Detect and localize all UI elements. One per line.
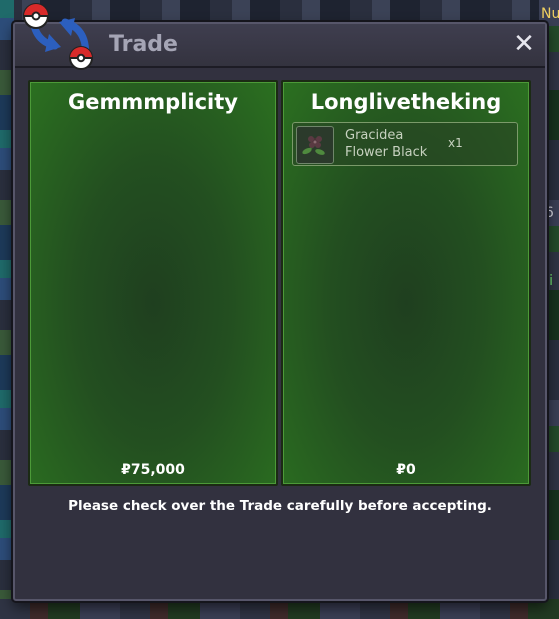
trade-window: Trade ✕ Gemmmplicity ₽75,000 Longlivethe… (13, 22, 547, 601)
item-quantity: x1 (448, 136, 463, 150)
trade-instruction-message: Please check over the Trade carefully be… (68, 498, 492, 514)
window-title: Trade (109, 32, 178, 57)
game-background-left (0, 0, 14, 619)
player-name-right: Longlivetheking (310, 90, 502, 114)
trade-panel-right: Longlivetheking Gracidea Flower Black x1… (281, 80, 531, 486)
trade-logo-icon (23, 3, 93, 70)
money-offer-right: ₽0 (396, 462, 416, 478)
game-background-bottom (0, 599, 559, 619)
gracidea-flower-icon (296, 126, 334, 164)
trade-panel-left: Gemmmplicity ₽75,000 (28, 80, 278, 486)
background-text-nu: Nu (541, 6, 559, 22)
close-button[interactable]: ✕ (511, 30, 537, 58)
item-name: Gracidea Flower Black (345, 128, 428, 160)
player-name-left: Gemmmplicity (68, 90, 238, 114)
money-offer-left: ₽75,000 (121, 462, 185, 478)
trade-item-slot[interactable]: Gracidea Flower Black x1 (292, 122, 518, 166)
